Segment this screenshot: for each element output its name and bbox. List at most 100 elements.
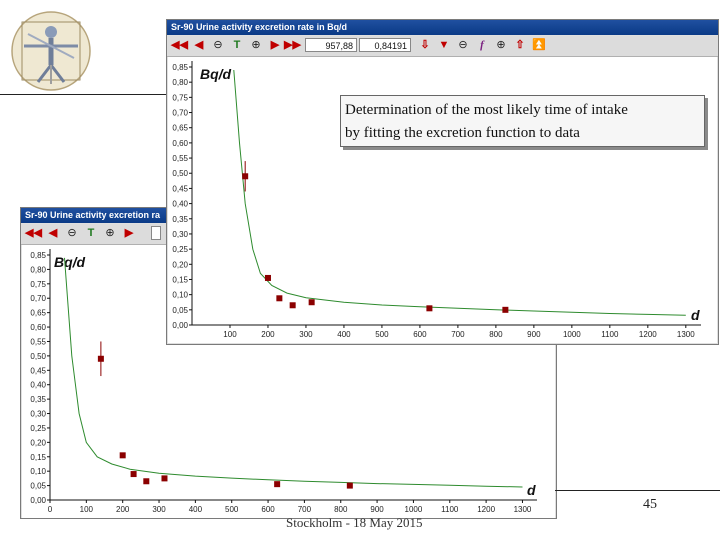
- x-tick-label: 0: [48, 505, 53, 514]
- x-tick-label: 100: [223, 330, 237, 339]
- y-value-field[interactable]: 0,84191: [359, 38, 411, 52]
- up-double-icon[interactable]: ⏫: [531, 38, 547, 53]
- data-point: [242, 173, 249, 180]
- back-icon[interactable]: ◀: [45, 226, 61, 241]
- x-tick-label: 900: [370, 505, 384, 514]
- x-tick-label: 1200: [639, 330, 657, 339]
- x-tick-label: 500: [225, 505, 239, 514]
- x-tick-label: 600: [413, 330, 427, 339]
- fast-forward-icon[interactable]: ▶▶: [284, 38, 301, 53]
- text-icon[interactable]: T: [229, 38, 245, 53]
- zoom-out-icon[interactable]: ⊖: [455, 38, 471, 53]
- x-tick-label: 400: [337, 330, 351, 339]
- header-rule: [0, 94, 170, 95]
- data-point: [289, 302, 296, 309]
- y-tick-label: 0,10: [172, 291, 188, 300]
- zoom-in-icon[interactable]: ⊕: [102, 226, 118, 241]
- x-tick-label: 1100: [441, 505, 459, 514]
- y-tick-label: 0,50: [30, 352, 46, 361]
- forward-icon[interactable]: ▶: [121, 226, 137, 241]
- y-tick-label: 0,80: [30, 265, 46, 274]
- footer-rule: [555, 490, 720, 491]
- y-axis-label: Bq/d: [54, 254, 86, 270]
- y-tick-label: 0,05: [30, 482, 46, 491]
- x-tick-label: 900: [527, 330, 541, 339]
- y-tick-label: 0,55: [172, 154, 188, 163]
- y-tick-label: 0,55: [30, 337, 46, 346]
- vitruvian-logo: [10, 10, 92, 92]
- down-arrow-icon[interactable]: ⇩: [417, 38, 433, 53]
- y-tick-label: 0,40: [172, 200, 188, 209]
- data-point: [276, 295, 283, 302]
- down-bar-icon[interactable]: ▼: [436, 38, 452, 53]
- data-point: [274, 481, 281, 488]
- y-tick-label: 0,00: [172, 321, 188, 330]
- annotation-box: Determination of the most likely time of…: [340, 95, 705, 147]
- y-tick-label: 0,60: [30, 323, 46, 332]
- x-tick-label: 500: [375, 330, 389, 339]
- x-axis-label: d: [527, 482, 536, 498]
- y-tick-label: 0,75: [30, 280, 46, 289]
- y-tick-label: 0,80: [172, 78, 188, 87]
- x-tick-label: 1300: [514, 505, 532, 514]
- back-icon[interactable]: ◀: [191, 38, 207, 53]
- annotation-line-1: Determination of the most likely time of…: [345, 102, 628, 118]
- y-tick-label: 0,50: [172, 169, 188, 178]
- x-tick-label: 300: [299, 330, 313, 339]
- x-tick-label: 1300: [677, 330, 695, 339]
- y-tick-label: 0,85: [172, 63, 188, 72]
- x-tick-label: 1000: [405, 505, 423, 514]
- zoom-in-icon[interactable]: ⊕: [248, 38, 264, 53]
- y-axis-label: Bq/d: [200, 66, 232, 82]
- forward-icon[interactable]: ▶: [267, 38, 283, 53]
- y-tick-label: 0,00: [30, 496, 46, 505]
- y-tick-label: 0,05: [172, 306, 188, 315]
- data-point: [264, 274, 271, 281]
- data-point: [97, 355, 104, 362]
- y-tick-label: 0,40: [30, 381, 46, 390]
- y-tick-label: 0,35: [172, 215, 188, 224]
- data-point: [119, 452, 126, 459]
- x-tick-label: 700: [298, 505, 312, 514]
- page-number: 45: [643, 497, 657, 512]
- zoom-in-icon[interactable]: ⊕: [493, 38, 509, 53]
- up-arrow-icon[interactable]: ⇧: [512, 38, 528, 53]
- y-tick-label: 0,75: [172, 93, 188, 102]
- y-tick-label: 0,20: [30, 438, 46, 447]
- zoom-out-icon[interactable]: ⊖: [64, 226, 80, 241]
- x-tick-label: 1000: [563, 330, 581, 339]
- function-icon[interactable]: f: [474, 38, 490, 53]
- x-value-field[interactable]: 957,88: [305, 38, 357, 52]
- y-tick-label: 0,60: [172, 139, 188, 148]
- y-tick-label: 0,15: [30, 453, 46, 462]
- rewind-icon[interactable]: ◀◀: [25, 226, 42, 241]
- x-tick-label: 800: [489, 330, 503, 339]
- front-chart-window[interactable]: Sr-90 Urine activity excretion rate in B…: [166, 19, 719, 345]
- y-tick-label: 0,20: [172, 260, 188, 269]
- data-point: [426, 305, 433, 312]
- annotation-line-2: by fitting the excretion function to dat…: [345, 125, 580, 141]
- text-icon[interactable]: T: [83, 226, 99, 241]
- y-tick-label: 0,30: [172, 230, 188, 239]
- data-point: [346, 482, 353, 489]
- x-tick-label: 300: [152, 505, 166, 514]
- zoom-out-icon[interactable]: ⊖: [210, 38, 226, 53]
- footer-text: Stockholm - 18 May 2015: [286, 515, 423, 530]
- x-tick-label: 800: [334, 505, 348, 514]
- y-tick-label: 0,25: [30, 424, 46, 433]
- x-tick-label: 200: [261, 330, 275, 339]
- front-window-toolbar: ◀◀ ◀ ⊖ T ⊕ ▶ ▶▶ 957,88 0,84191 ⇩ ▼ ⊖ f ⊕…: [167, 36, 718, 57]
- rewind-icon[interactable]: ◀◀: [171, 38, 188, 53]
- back-x-field[interactable]: [151, 226, 161, 240]
- x-tick-label: 600: [261, 505, 275, 514]
- x-tick-label: 200: [116, 505, 130, 514]
- y-tick-label: 0,10: [30, 467, 46, 476]
- x-tick-label: 100: [80, 505, 94, 514]
- y-tick-label: 0,65: [172, 124, 188, 133]
- x-tick-label: 400: [189, 505, 203, 514]
- data-point: [502, 306, 509, 313]
- data-point: [308, 299, 315, 306]
- x-tick-label: 1200: [477, 505, 495, 514]
- x-tick-label: 1100: [601, 330, 619, 339]
- data-point: [130, 471, 137, 478]
